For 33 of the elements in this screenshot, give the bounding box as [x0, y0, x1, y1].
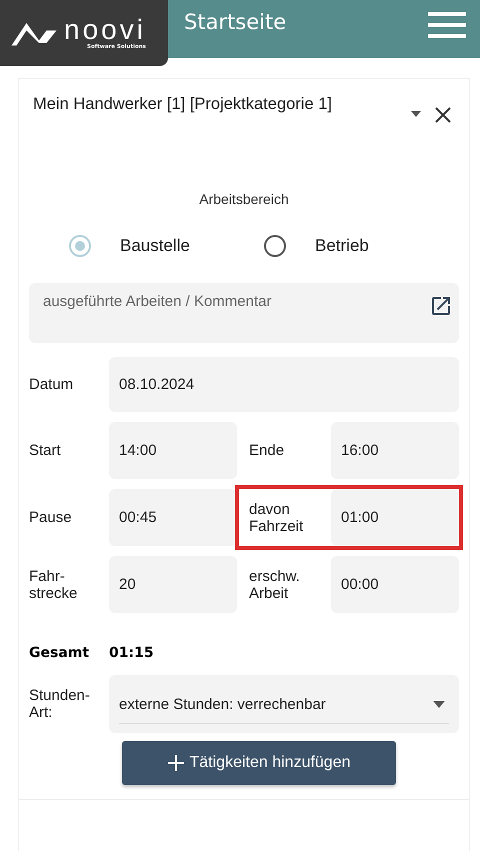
field-label: Pause — [29, 509, 73, 526]
field-label: davon Fahrzeit — [248, 500, 304, 534]
comment-field[interactable]: ausgeführte Arbeiten / Kommentar — [29, 283, 459, 343]
total-value: 01:15 — [109, 645, 154, 661]
time-field[interactable]: 00:45 — [109, 489, 237, 546]
date-field[interactable]: 08.10.2024 — [109, 357, 459, 412]
card-title: Mein Handwerker [1] [Projektkategorie 1] — [33, 95, 333, 114]
plus-icon — [168, 755, 184, 771]
hours-type-select[interactable]: externe Stunden: verrechenbar — [109, 675, 459, 733]
field-label: Datum — [29, 376, 74, 393]
close-icon[interactable] — [435, 107, 451, 123]
field-label: Ende — [248, 442, 286, 459]
radio-label: Betrieb — [315, 236, 369, 256]
add-activities-button[interactable]: Tätigkeiten hinzufügen — [122, 741, 396, 785]
field-label: Start — [29, 442, 62, 459]
radio-label: Baustelle — [120, 236, 190, 256]
time-field[interactable]: 16:00 — [331, 422, 459, 479]
field-label: Fahr-strecke — [29, 568, 78, 602]
caret-icon — [433, 700, 445, 708]
total-label: Gesamt — [29, 645, 90, 661]
page-title: Startseite — [184, 10, 288, 34]
field-label: erschw. Arbeit — [248, 568, 301, 602]
time-field[interactable]: 14:00 — [109, 422, 237, 479]
menu-icon[interactable] — [428, 12, 466, 38]
logo-name: noovi — [64, 16, 146, 44]
time-field[interactable]: 20 — [109, 556, 237, 613]
field-label: Stunden-Art: — [29, 687, 91, 721]
time-field[interactable]: 01:00 — [331, 489, 459, 546]
open-external-icon[interactable] — [429, 294, 453, 318]
caret-icon[interactable] — [411, 111, 421, 117]
radio-button[interactable] — [264, 235, 286, 257]
section-label: Arbeitsbereich — [198, 191, 290, 207]
time-field[interactable]: 00:00 — [331, 556, 459, 613]
